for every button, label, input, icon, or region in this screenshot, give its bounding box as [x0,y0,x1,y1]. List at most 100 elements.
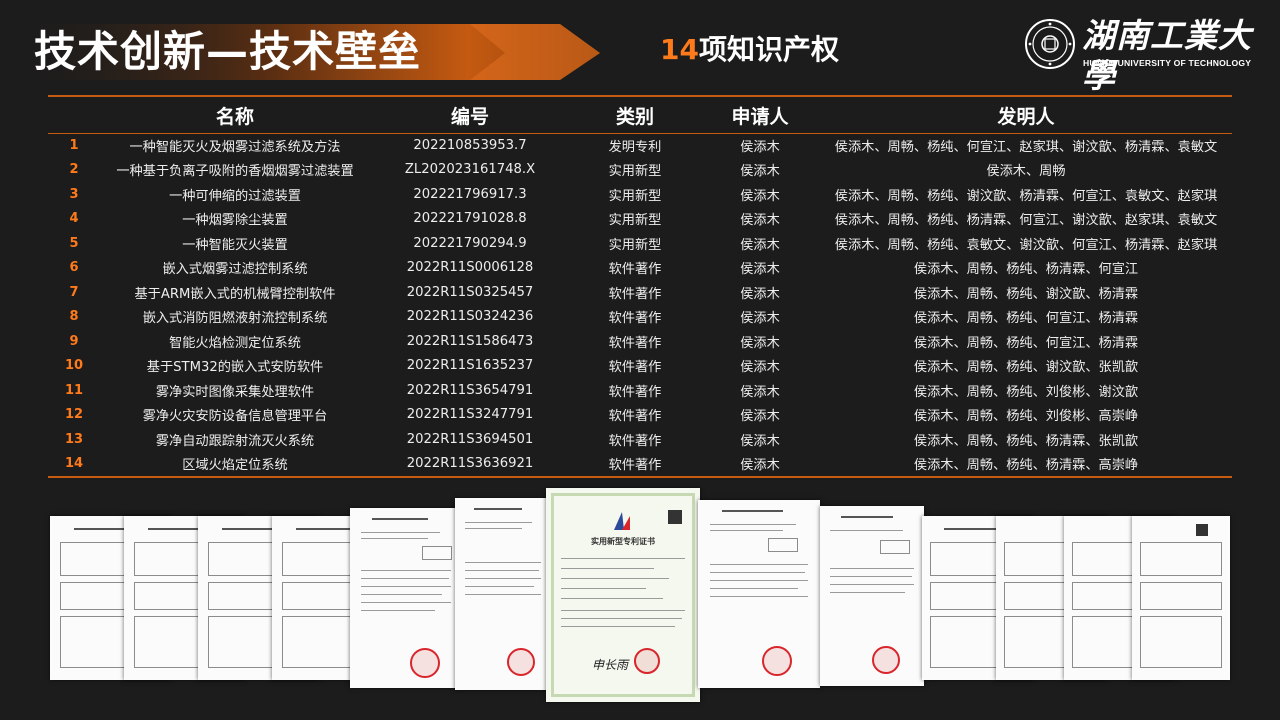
university-seal-icon [1025,19,1075,69]
col-header-name: 名称 [100,99,370,134]
patent-type: 软件著作 [608,262,662,278]
page-title: 技术创新—技术壁垒 [34,27,422,76]
certificate-thumbnail [820,506,924,686]
table-row: 3 一种可伸缩的过滤装置 202221796917.3 实用新型 侯添木 侯添木、周畅、杨… [48,182,1232,207]
patent-number: 2022R11S3636921 [406,456,534,472]
patent-number: 202210853953.7 [413,138,527,153]
patent-name: 雾净实时图像采集处理软件 [155,384,315,400]
patent-type: 发明专利 [608,140,662,155]
patent-number: 2022R11S0325457 [406,284,534,300]
applicant: 侯添木 [740,237,780,253]
patent-number: 2022R11S3654791 [406,382,534,398]
patent-name: 一种智能灭火及烟雾过滤系统及方法 [129,140,341,155]
patent-type: 软件著作 [608,335,662,351]
table-row: 11 雾净实时图像采集处理软件 2022R11S3654791 软件著作 侯添木 侯添木、… [48,378,1232,403]
row-index: 9 [69,333,79,349]
patent-name: 雾净火灾安防设备信息管理平台 [142,409,328,425]
certificate-thumbnail [996,516,1106,680]
table-row: 9 智能火焰检测定位系统 2022R11S1586473 软件著作 侯添木 侯添木、周畅、… [48,329,1232,354]
table-top-rule [48,95,1232,97]
inventors: 侯添木、周畅、杨纯、何宣江、杨清霖 [913,335,1139,351]
patent-number: 2022R11S0006128 [406,260,534,276]
table-row: 14 区域火焰定位系统 2022R11S3636921 软件著作 侯添木 侯添木、周畅、杨… [48,452,1232,477]
table-row: 13 雾净自动跟踪射流灭火系统 2022R11S3694501 软件著作 侯添木 侯添木、… [48,427,1232,452]
patent-name: 一种基于负离子吸附的香烟烟雾过滤装置 [116,164,354,180]
row-index: 1 [69,138,79,153]
table-row: 10 基于STM32的嵌入式安防软件 2022R11S1635237 软件著作 侯添木 侯… [48,354,1232,379]
utility-model-certificate: 实用新型专利证书 申长雨 [546,488,700,702]
inventors: 侯添木、周畅、杨纯、刘俊彬、高崇峥 [913,409,1139,425]
patent-type: 软件著作 [608,384,662,400]
patent-number: 202221790294.9 [413,235,527,251]
col-header-index [48,99,100,134]
inventors: 侯添木、周畅、杨纯、杨清霖、何宣江、谢汶歆、赵家琪、袁敏文 [834,213,1218,229]
patent-office-emblem-icon [614,512,630,530]
patent-name: 基于ARM嵌入式的机械臂控制软件 [134,286,336,302]
patent-type: 实用新型 [608,188,662,204]
applicant: 侯添木 [740,164,780,180]
patent-number: 2022R11S3247791 [406,407,534,423]
patent-name: 一种烟雾除尘装置 [182,213,288,229]
patent-number: 2022R11S1586473 [406,333,534,349]
certificate-thumbnail [922,516,1032,680]
table-body: 1 一种智能灭火及烟雾过滤系统及方法 202210853953.7 发明专利 侯添木 侯添… [48,133,1232,476]
patent-number: 2022R11S1635237 [406,358,534,374]
ip-table: 名称 编号 类别 申请人 发明人 1 一种智能灭火及烟雾过滤系统及方法 202210… [48,99,1232,476]
patent-name: 嵌入式消防阻燃液射流控制系统 [142,311,328,327]
patent-name: 基于STM32的嵌入式安防软件 [146,360,324,376]
certificate-thumbnail [1064,516,1174,680]
university-name-en: HUNAN UNIVERSITY OF TECHNOLOGY [1083,58,1252,68]
patent-number: ZL202023161748.X [404,162,536,178]
row-index: 13 [64,431,84,447]
patent-number: 2022R11S3694501 [406,431,534,447]
certificate-thumbnail [272,516,392,680]
row-index: 7 [69,284,79,300]
certificate-signature: 申长雨 [592,658,629,672]
table-row: 7 基于ARM嵌入式的机械臂控制软件 2022R11S0325457 软件著作 侯添木 侯… [48,280,1232,305]
table-header-row: 名称 编号 类别 申请人 发明人 [48,99,1232,134]
inventors: 侯添木、周畅、杨纯、何宣江、杨清霖 [913,311,1139,327]
table-bottom-rule [48,476,1232,478]
patent-type: 软件著作 [608,409,662,425]
row-index: 3 [69,186,79,202]
applicant: 侯添木 [740,188,780,204]
patent-name: 智能火焰检测定位系统 [169,335,301,351]
certificate-thumbnail [198,516,318,680]
inventors: 侯添木、周畅、杨纯、杨清霖、张凯歆 [913,433,1139,449]
table-row: 8 嵌入式消防阻燃液射流控制系统 2022R11S0324236 软件著作 侯添木 侯添木… [48,305,1232,330]
inventors: 侯添木、周畅、杨纯、杨清霖、高崇峥 [913,458,1139,474]
patent-type: 软件著作 [608,360,662,376]
patent-type: 实用新型 [608,213,662,229]
row-index: 6 [69,260,79,276]
certificate-thumbnail [1132,516,1230,680]
ip-count-heading: 14项知识产权 [660,32,839,68]
table-row: 5 一种智能灭火装置 202221790294.9 实用新型 侯添木 侯添木、周畅、杨纯、… [48,231,1232,256]
table-row: 6 嵌入式烟雾过滤控制系统 2022R11S0006128 软件著作 侯添木 侯添木、周畅… [48,256,1232,281]
inventors: 侯添木、周畅、杨纯、何宣江、赵家琪、谢汶歆、杨清霖、袁敏文 [834,140,1218,155]
row-index: 2 [69,162,79,178]
patent-type: 实用新型 [608,237,662,253]
applicant: 侯添木 [740,262,780,278]
inventors: 侯添木、周畅、杨纯、杨清霖、何宣江 [913,262,1139,278]
table-row: 4 一种烟雾除尘装置 202221791028.8 实用新型 侯添木 侯添木、周畅、杨纯、… [48,207,1232,232]
row-index: 14 [64,456,84,472]
applicant: 侯添木 [740,360,780,376]
patent-type: 软件著作 [608,286,662,302]
col-header-inventors: 发明人 [820,99,1232,134]
certificate-thumbnail [698,500,820,688]
table-row: 2 一种基于负离子吸附的香烟烟雾过滤装置 ZL202023161748.X 实用新型 侯… [48,158,1232,183]
patent-number: 202221796917.3 [413,186,527,202]
col-header-applicant: 申请人 [700,99,820,134]
table-row: 1 一种智能灭火及烟雾过滤系统及方法 202210853953.7 发明专利 侯添木 侯添… [48,133,1232,158]
university-logo: 湖南工業大學 HUNAN UNIVERSITY OF TECHNOLOGY [1022,14,1252,95]
applicant: 侯添木 [740,409,780,425]
table-row: 12 雾净火灾安防设备信息管理平台 2022R11S3247791 软件著作 侯添木 侯添… [48,403,1232,428]
inventors: 侯添木、周畅、杨纯、谢汶歆、杨清霖 [913,286,1139,302]
row-index: 4 [69,211,79,227]
patent-name: 雾净自动跟踪射流灭火系统 [155,433,315,449]
inventors: 侯添木、周畅、杨纯、谢汶歆、杨清霖、何宣江、袁敏文、赵家琪 [834,188,1218,204]
ip-count-text: 项知识产权 [698,33,839,66]
applicant: 侯添木 [740,458,780,474]
certificate-thumbnail [350,508,462,688]
row-index: 5 [69,235,79,251]
